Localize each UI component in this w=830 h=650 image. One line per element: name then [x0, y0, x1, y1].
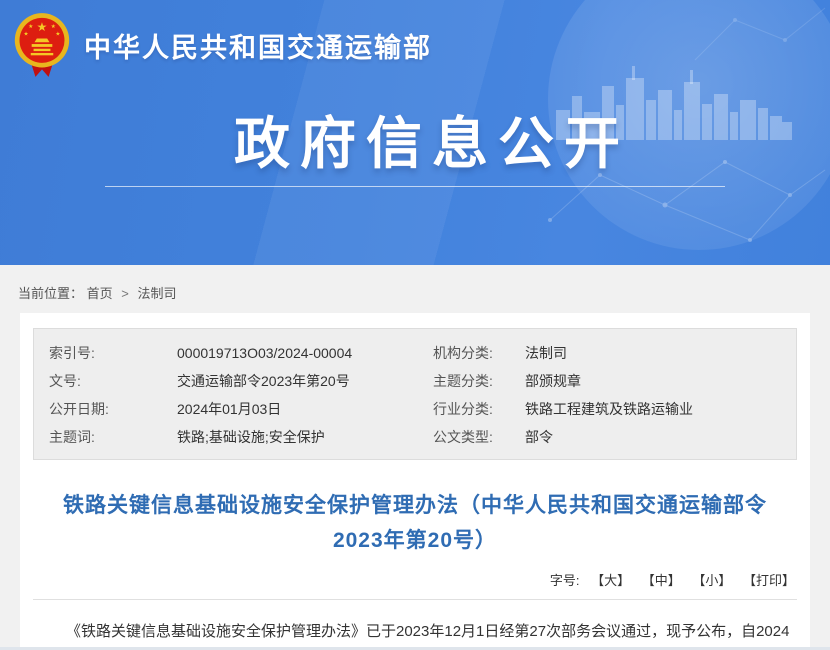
meta-row: 公开日期: 2024年01月03日 行业分类: 铁路工程建筑及铁路运输业	[49, 395, 796, 423]
meta-value-index-number: 000019713O03/2024-00004	[177, 345, 433, 361]
svg-text:★: ★	[51, 23, 56, 30]
document-meta-table: 索引号: 000019713O03/2024-00004 机构分类: 法制司 文…	[33, 328, 797, 460]
title-divider	[33, 599, 797, 600]
meta-label-industry-category: 行业分类:	[433, 399, 525, 419]
svg-text:★: ★	[37, 20, 48, 34]
print-button[interactable]: 【打印】	[743, 573, 795, 588]
meta-label-publish-date: 公开日期:	[49, 399, 177, 419]
banner-title: 政府信息公开	[0, 108, 830, 180]
meta-row: 索引号: 000019713O03/2024-00004 机构分类: 法制司	[49, 339, 796, 367]
page-root: ★ ★ ★ ★ ★ 中华人民共和国交通运输部 政府信息公开 当前位置： 首页 >…	[0, 0, 830, 650]
meta-label-doc-number: 文号:	[49, 371, 177, 391]
breadcrumb-link-home[interactable]: 首页	[87, 286, 113, 301]
meta-value-topic-category: 部颁规章	[525, 371, 796, 391]
svg-text:★: ★	[24, 31, 29, 38]
article-title: 铁路关键信息基础设施安全保护管理办法（中华人民共和国交通运输部令2023年第20…	[45, 488, 785, 558]
meta-value-publish-date: 2024年01月03日	[177, 399, 433, 419]
meta-value-doc-type: 部令	[525, 427, 796, 447]
breadcrumb-separator: >	[121, 286, 129, 301]
breadcrumb: 当前位置： 首页 > 法制司	[0, 265, 830, 302]
banner-title-underline	[105, 186, 725, 187]
meta-label-keywords: 主题词:	[49, 427, 177, 447]
site-header: ★ ★ ★ ★ ★ 中华人民共和国交通运输部 政府信息公开	[0, 0, 830, 265]
site-brand[interactable]: ★ ★ ★ ★ ★ 中华人民共和国交通运输部	[12, 12, 432, 78]
content-card: 索引号: 000019713O03/2024-00004 机构分类: 法制司 文…	[20, 313, 810, 650]
font-size-controls: 字号: 【大】 【中】 【小】 【打印】	[20, 570, 795, 589]
meta-label-doc-type: 公文类型:	[433, 427, 525, 447]
breadcrumb-label: 当前位置：	[18, 286, 83, 301]
meta-row: 主题词: 铁路;基础设施;安全保护 公文类型: 部令	[49, 423, 796, 451]
meta-row: 文号: 交通运输部令2023年第20号 主题分类: 部颁规章	[49, 367, 796, 395]
meta-value-industry-category: 铁路工程建筑及铁路运输业	[525, 399, 796, 419]
meta-label-org-category: 机构分类:	[433, 343, 525, 363]
constellation-icon	[690, 0, 830, 70]
font-size-small-button[interactable]: 【小】	[692, 573, 731, 588]
site-name[interactable]: 中华人民共和国交通运输部	[84, 26, 432, 65]
meta-label-topic-category: 主题分类:	[433, 371, 525, 391]
svg-text:★: ★	[28, 23, 33, 30]
article-body: 《铁路关键信息基础设施安全保护管理办法》已于2023年12月1日经第27次部务会…	[36, 620, 794, 650]
national-emblem-icon: ★ ★ ★ ★ ★	[12, 12, 72, 78]
meta-value-org-category: 法制司	[525, 343, 796, 363]
font-size-label: 字号:	[550, 573, 580, 588]
font-size-medium-button[interactable]: 【中】	[642, 573, 681, 588]
meta-value-doc-number: 交通运输部令2023年第20号	[177, 371, 433, 391]
svg-text:★: ★	[55, 31, 60, 38]
meta-label-index-number: 索引号:	[49, 343, 177, 363]
meta-value-keywords: 铁路;基础设施;安全保护	[177, 427, 433, 447]
breadcrumb-link-section[interactable]: 法制司	[138, 286, 177, 301]
font-size-large-button[interactable]: 【大】	[591, 573, 630, 588]
